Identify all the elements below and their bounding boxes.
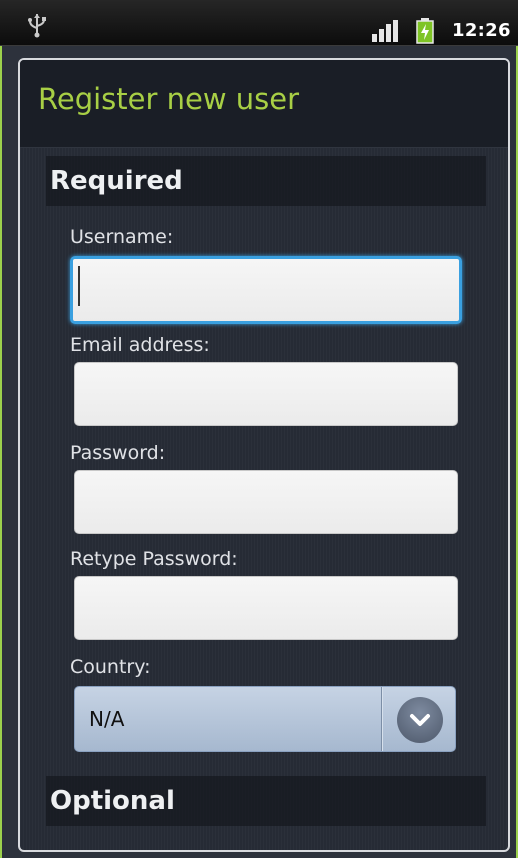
status-bar: 12:26 [0, 0, 518, 46]
section-required-header: Required [46, 156, 486, 206]
clock: 12:26 [452, 20, 511, 41]
usb-icon [28, 14, 46, 38]
select-divider [381, 687, 382, 751]
country-value: N/A [89, 707, 125, 731]
password-label: Password: [70, 442, 166, 464]
signal-icon [372, 20, 398, 42]
dialog-title: Register new user [38, 82, 300, 116]
text-cursor [78, 266, 80, 306]
register-dialog: Register new user Required Username: Ema… [18, 58, 510, 852]
email-label: Email address: [70, 334, 210, 356]
username-input[interactable] [70, 256, 462, 324]
username-label: Username: [70, 226, 174, 248]
retype-password-label: Retype Password: [70, 548, 238, 570]
password-input[interactable] [74, 470, 458, 534]
email-input[interactable] [74, 362, 458, 426]
battery-charging-icon [416, 18, 434, 44]
country-select[interactable]: N/A [74, 686, 456, 752]
dialog-header: Register new user [20, 60, 508, 148]
retype-password-input[interactable] [74, 576, 458, 640]
chevron-down-icon[interactable] [397, 697, 443, 743]
country-label: Country: [70, 656, 151, 678]
section-optional-header: Optional [46, 776, 486, 826]
